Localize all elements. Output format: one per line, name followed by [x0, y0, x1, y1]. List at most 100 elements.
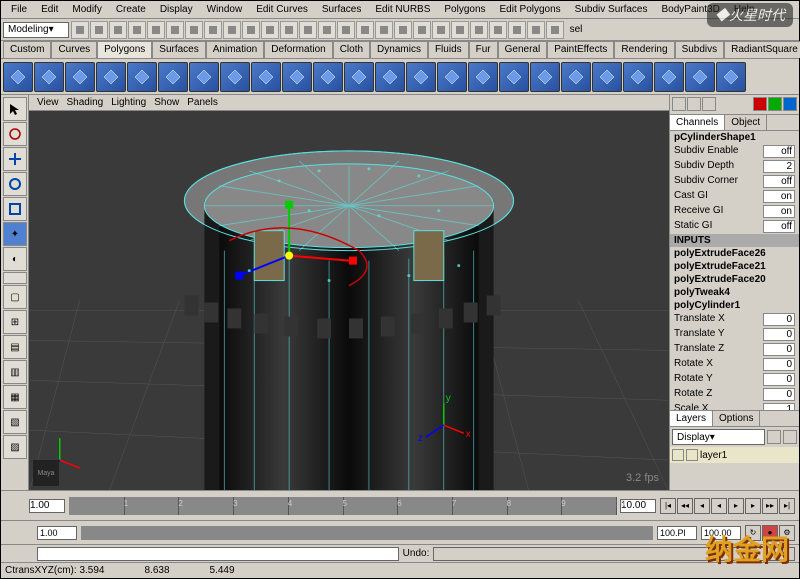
shelf-icon-20[interactable]	[623, 62, 653, 92]
shelf-tab-fluids[interactable]: Fluids	[428, 41, 469, 58]
chan-subdiv-enable[interactable]: Subdiv Enableoff	[670, 144, 799, 159]
ri-green[interactable]	[768, 97, 782, 111]
rewind-btn[interactable]: |◂	[660, 498, 676, 514]
toolbar-icon-18[interactable]	[413, 21, 431, 39]
menu-window[interactable]: Window	[201, 2, 249, 17]
toolbar-icon-23[interactable]	[508, 21, 526, 39]
shelf-icon-12[interactable]	[375, 62, 405, 92]
shelf-tab-curves[interactable]: Curves	[51, 41, 97, 58]
layout-b3[interactable]: ▦	[3, 385, 27, 409]
toolbar-icon-4[interactable]	[147, 21, 165, 39]
toolbar-icon-22[interactable]	[489, 21, 507, 39]
next-key-btn[interactable]: ▸▸	[762, 498, 778, 514]
menu-edit[interactable]: Edit	[35, 2, 64, 17]
prev-frame-btn[interactable]: ◂	[694, 498, 710, 514]
shelf-tab-cloth[interactable]: Cloth	[333, 41, 370, 58]
toolbar-icon-9[interactable]	[242, 21, 260, 39]
select-tool[interactable]	[3, 97, 27, 121]
toolbar-icon-21[interactable]	[470, 21, 488, 39]
shelf-icon-0[interactable]	[3, 62, 33, 92]
toolbar-icon-8[interactable]	[223, 21, 241, 39]
time-start-field[interactable]	[29, 499, 65, 513]
vmenu-shading[interactable]: Shading	[67, 97, 104, 108]
chan-receive-gi[interactable]: Receive GIon	[670, 204, 799, 219]
input-polyExtrudeFace26[interactable]: polyExtrudeFace26	[670, 247, 799, 260]
rotate-tool[interactable]	[3, 172, 27, 196]
menu-modify[interactable]: Modify	[66, 2, 107, 17]
forward-btn[interactable]: ▸|	[779, 498, 795, 514]
shelf-tab-surfaces[interactable]: Surfaces	[152, 41, 205, 58]
shelf-icon-9[interactable]	[282, 62, 312, 92]
shelf-icon-7[interactable]	[220, 62, 250, 92]
attr-rotate-z[interactable]: Rotate Z0	[670, 387, 799, 402]
shelf-icon-15[interactable]	[468, 62, 498, 92]
layout-b4[interactable]: ▧	[3, 410, 27, 434]
next-frame-btn[interactable]: ▸	[745, 498, 761, 514]
attr-scale-x[interactable]: Scale X1	[670, 402, 799, 410]
chtab-object[interactable]: Object	[725, 115, 767, 130]
shelf-tab-subdivs[interactable]: Subdivs	[675, 41, 725, 58]
vmenu-panels[interactable]: Panels	[187, 97, 218, 108]
input-polyExtrudeFace21[interactable]: polyExtrudeFace21	[670, 260, 799, 273]
layertab-options[interactable]: Options	[713, 411, 760, 426]
chtab-channels[interactable]: Channels	[670, 115, 725, 130]
range-start[interactable]	[37, 526, 77, 540]
vmenu-show[interactable]: Show	[154, 97, 179, 108]
vmenu-view[interactable]: View	[37, 97, 59, 108]
shelf-icon-4[interactable]	[127, 62, 157, 92]
toolbar-icon-13[interactable]	[318, 21, 336, 39]
layout-single[interactable]: ▢	[3, 285, 27, 309]
layer-vis[interactable]	[672, 449, 684, 461]
vmenu-lighting[interactable]: Lighting	[111, 97, 146, 108]
attr-translate-z[interactable]: Translate Z0	[670, 342, 799, 357]
layout-b2[interactable]: ▥	[3, 360, 27, 384]
perspective-viewport[interactable]: y x z Maya 3.2 fps	[29, 111, 669, 490]
mel-input[interactable]	[37, 547, 399, 561]
shelf-icon-16[interactable]	[499, 62, 529, 92]
time-track[interactable]: 12345678910	[69, 497, 616, 515]
shelf-tab-painteffects[interactable]: PaintEffects	[547, 41, 614, 58]
shelf-icon-23[interactable]	[716, 62, 746, 92]
play-back-btn[interactable]: ◂	[711, 498, 727, 514]
toolbar-icon-6[interactable]	[185, 21, 203, 39]
menu-edit-polygons[interactable]: Edit Polygons	[494, 2, 567, 17]
layertab-layers[interactable]: Layers	[670, 411, 713, 426]
shelf-tab-dynamics[interactable]: Dynamics	[370, 41, 428, 58]
shelf-tab-radiantsquare[interactable]: RadiantSquare	[724, 41, 800, 58]
menu-edit-nurbs[interactable]: Edit NURBS	[369, 2, 436, 17]
display-dropdown[interactable]: Display▾	[672, 429, 765, 445]
menu-edit-curves[interactable]: Edit Curves	[250, 2, 314, 17]
toolbar-icon-11[interactable]	[280, 21, 298, 39]
shelf-tab-animation[interactable]: Animation	[206, 41, 264, 58]
shelf-icon-11[interactable]	[344, 62, 374, 92]
layout-b1[interactable]: ▤	[3, 335, 27, 359]
menu-create[interactable]: Create	[110, 2, 152, 17]
shelf-icon-6[interactable]	[189, 62, 219, 92]
input-polyCylinder1[interactable]: polyCylinder1	[670, 299, 799, 312]
shelf-icon-14[interactable]	[437, 62, 467, 92]
shelf-icon-1[interactable]	[34, 62, 64, 92]
scale-tool[interactable]	[3, 197, 27, 221]
toolbar-icon-14[interactable]	[337, 21, 355, 39]
mode-dropdown[interactable]: Modeling▾	[3, 22, 69, 38]
menu-subdiv-surfaces[interactable]: Subdiv Surfaces	[569, 2, 654, 17]
toolbar-icon-24[interactable]	[527, 21, 545, 39]
attr-translate-y[interactable]: Translate Y0	[670, 327, 799, 342]
input-polyExtrudeFace20[interactable]: polyExtrudeFace20	[670, 273, 799, 286]
shape-name[interactable]: pCylinderShape1	[670, 131, 799, 144]
ri-red[interactable]	[753, 97, 767, 111]
shelf-icon-5[interactable]	[158, 62, 188, 92]
ri-blue[interactable]	[783, 97, 797, 111]
toolbar-icon-7[interactable]	[204, 21, 222, 39]
prev-key-btn[interactable]: ◂◂	[677, 498, 693, 514]
attr-translate-x[interactable]: Translate X0	[670, 312, 799, 327]
shelf-icon-3[interactable]	[96, 62, 126, 92]
menu-display[interactable]: Display	[154, 2, 199, 17]
toolbar-icon-20[interactable]	[451, 21, 469, 39]
menu-surfaces[interactable]: Surfaces	[316, 2, 367, 17]
shelf-tab-fur[interactable]: Fur	[469, 41, 498, 58]
layer-btn1[interactable]	[767, 430, 781, 444]
shelf-icon-18[interactable]	[561, 62, 591, 92]
layer-type[interactable]	[686, 449, 698, 461]
toolbar-icon-12[interactable]	[299, 21, 317, 39]
